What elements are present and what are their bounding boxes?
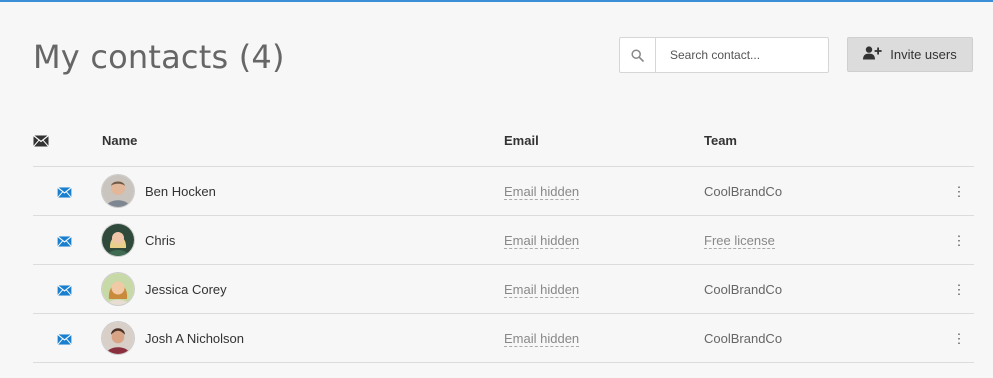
email-hidden-link[interactable]: Email hidden (504, 183, 580, 200)
header-mail-all[interactable] (33, 114, 95, 167)
invite-users-label: Invite users (890, 47, 957, 62)
envelope-icon[interactable] (56, 186, 72, 198)
free-license-link[interactable]: Free license (704, 232, 775, 249)
header-actions (944, 114, 974, 167)
email-hidden-link[interactable]: Email hidden (504, 330, 580, 347)
header-email[interactable]: Email (504, 114, 704, 167)
row-menu-icon[interactable]: ⋮ (953, 184, 966, 199)
table-header-row: Name Email Team (33, 114, 974, 167)
search-box[interactable] (619, 37, 829, 73)
header-name[interactable]: Name (95, 114, 504, 167)
avatar[interactable] (102, 224, 134, 256)
row-menu-icon[interactable]: ⋮ (953, 331, 966, 346)
contact-name[interactable]: Josh A Nicholson (145, 331, 244, 346)
table-row: Chris Email hidden Free license ⋮ (33, 215, 974, 265)
envelope-icon[interactable] (33, 135, 49, 147)
search-icon[interactable] (620, 38, 656, 72)
row-menu-icon[interactable]: ⋮ (953, 233, 966, 248)
page-title: My contacts (4) (33, 38, 285, 76)
table-row: Josh A Nicholson Email hidden CoolBrandC… (33, 313, 974, 363)
invite-users-button[interactable]: Invite users (847, 37, 973, 72)
search-input[interactable] (656, 38, 820, 72)
team-name: CoolBrandCo (704, 330, 783, 346)
top-accent-line (0, 0, 993, 2)
header-team[interactable]: Team (704, 114, 944, 167)
envelope-icon[interactable] (56, 333, 72, 345)
add-user-icon (863, 46, 882, 63)
table-row: Jessica Corey Email hidden CoolBrandCo ⋮ (33, 264, 974, 314)
envelope-icon[interactable] (56, 284, 72, 296)
contacts-table: Name Email Team Ben Hocken Email hidden … (33, 114, 974, 363)
table-row: Ben Hocken Email hidden CoolBrandCo ⋮ (33, 166, 974, 216)
avatar[interactable] (102, 322, 134, 354)
row-menu-icon[interactable]: ⋮ (953, 282, 966, 297)
team-name: CoolBrandCo (704, 183, 783, 199)
email-hidden-link[interactable]: Email hidden (504, 232, 580, 249)
contact-name[interactable]: Chris (145, 233, 175, 248)
contact-name[interactable]: Jessica Corey (145, 282, 227, 297)
avatar[interactable] (102, 273, 134, 305)
contact-name[interactable]: Ben Hocken (145, 184, 216, 199)
team-name: CoolBrandCo (704, 281, 783, 297)
avatar[interactable] (102, 175, 134, 207)
envelope-icon[interactable] (56, 235, 72, 247)
email-hidden-link[interactable]: Email hidden (504, 281, 580, 298)
